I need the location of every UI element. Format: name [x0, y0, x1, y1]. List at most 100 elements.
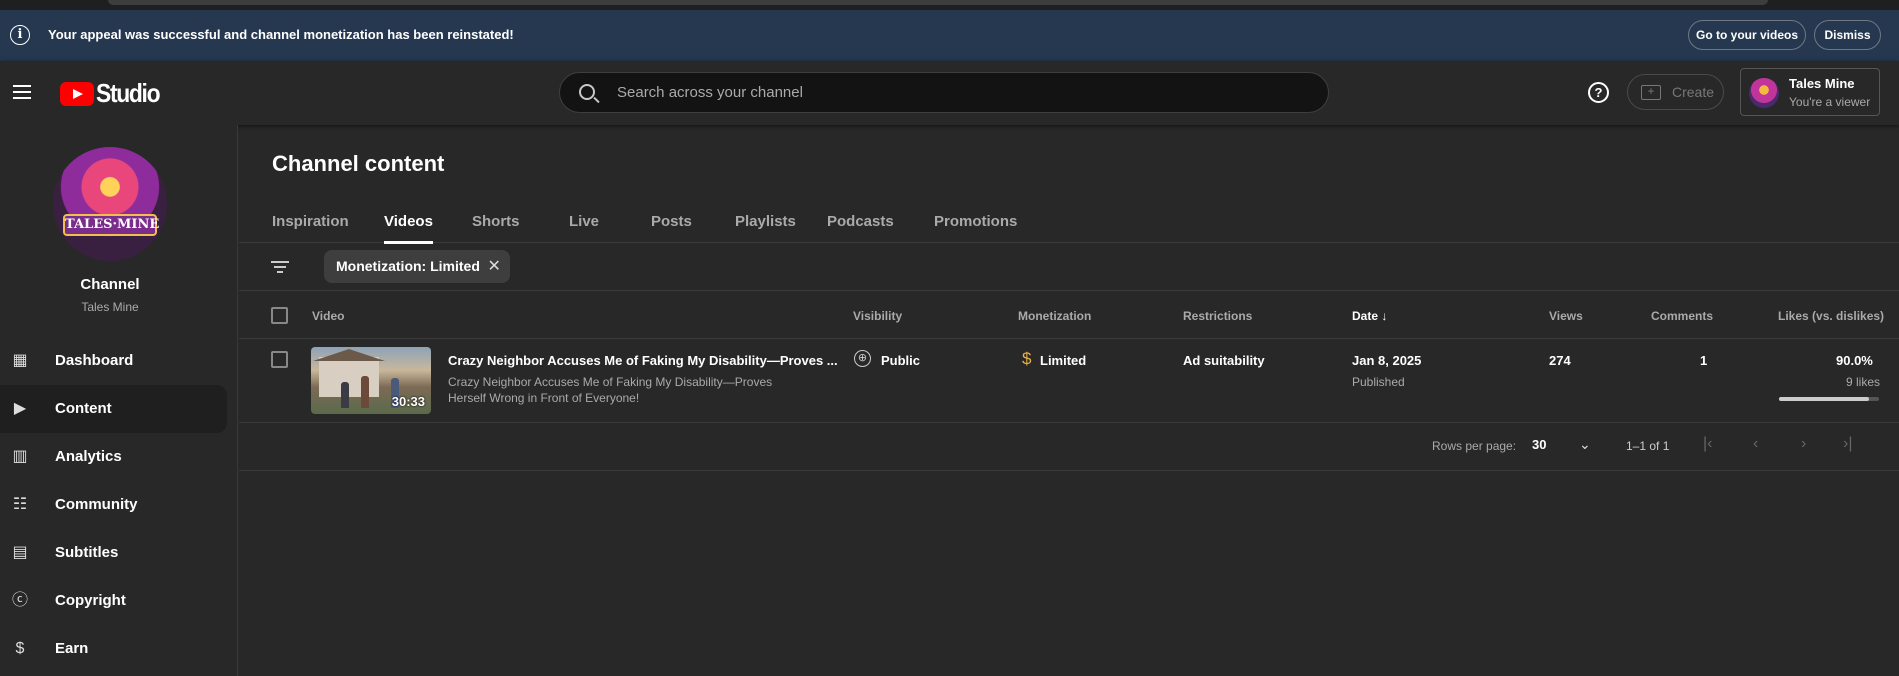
row-checkbox[interactable]: [271, 351, 288, 368]
sidebar-item-label: Earn: [55, 640, 89, 657]
tab-promotions[interactable]: Promotions: [934, 213, 1017, 230]
sidebar-item-content[interactable]: ▶ Content: [0, 385, 227, 433]
filter-icon[interactable]: [271, 261, 289, 274]
account-switcher[interactable]: Tales Mine You're a viewer: [1740, 68, 1880, 116]
dismiss-button[interactable]: Dismiss: [1814, 20, 1881, 50]
table-row[interactable]: 30:33 Crazy Neighbor Accuses Me of Fakin…: [239, 339, 1899, 423]
column-comments[interactable]: Comments: [1651, 309, 1713, 323]
account-role: You're a viewer: [1789, 95, 1871, 109]
filter-chip[interactable]: Monetization: Limited ✕: [324, 250, 510, 283]
monetization-value[interactable]: Limited: [1040, 353, 1086, 368]
views-value: 274: [1549, 353, 1571, 368]
youtube-logo-icon: [60, 81, 94, 106]
likes-count: 9 likes: [1846, 375, 1881, 389]
content-icon: ▶: [13, 400, 27, 417]
tab-posts[interactable]: Posts: [651, 213, 692, 230]
studio-logo[interactable]: Studio: [60, 78, 168, 109]
logo-text: Studio: [96, 78, 161, 108]
date-status: Published: [1352, 375, 1405, 389]
video-title[interactable]: Crazy Neighbor Accuses Me of Faking My D…: [448, 353, 838, 368]
tab-live[interactable]: Live: [569, 213, 599, 230]
earn-icon: $: [15, 640, 25, 657]
column-video: Video: [312, 309, 345, 323]
tab-podcasts[interactable]: Podcasts: [827, 213, 894, 230]
go-to-videos-button[interactable]: Go to your videos: [1688, 20, 1806, 50]
sidebar-item-subtitles[interactable]: ▤ Subtitles: [0, 529, 227, 577]
select-all-checkbox[interactable]: [271, 307, 288, 324]
tab-videos[interactable]: Videos: [384, 213, 433, 244]
tab-playlists[interactable]: Playlists: [735, 213, 796, 230]
thumbnail-figure: [341, 382, 349, 408]
likes-bar: [1779, 397, 1879, 401]
filter-bar: Monetization: Limited ✕: [239, 243, 1899, 291]
comments-value: 1: [1700, 353, 1708, 368]
create-button[interactable]: + Create: [1627, 74, 1724, 110]
page-range: 1–1 of 1: [1626, 439, 1670, 453]
thumbnail-roof: [313, 349, 385, 361]
sidebar-item-analytics[interactable]: ▥ Analytics: [0, 433, 227, 481]
info-icon: i: [10, 25, 30, 45]
channel-avatar[interactable]: TALES·MINE: [53, 147, 167, 261]
video-thumbnail[interactable]: 30:33: [311, 347, 431, 414]
browser-scrollbar: [108, 0, 1768, 5]
sidebar-item-label: Analytics: [55, 448, 122, 465]
chevron-down-icon[interactable]: ⌄: [1579, 436, 1591, 453]
rows-per-page-select[interactable]: 30: [1532, 437, 1546, 452]
channel-label: Channel: [80, 276, 140, 293]
search-icon: [579, 84, 595, 100]
sidebar-item-community[interactable]: ☷ Community: [0, 481, 227, 529]
sidebar-item-label: Copyright: [55, 592, 126, 609]
content-tabs: Inspiration Videos Shorts Live Posts Playlist…: [239, 201, 1899, 244]
filter-chip-label: Monetization: Limited: [336, 258, 480, 274]
community-icon: ☷: [12, 496, 28, 513]
column-likes[interactable]: Likes (vs. dislikes): [1778, 309, 1884, 323]
pagination: Rows per page: 30 ⌄ 1–1 of 1 |‹ ‹ › ›|: [239, 423, 1899, 471]
search-input[interactable]: Search across your channel: [617, 84, 803, 101]
sidebar-item-label: Dashboard: [55, 352, 134, 369]
column-date-label: Date: [1352, 309, 1379, 323]
tab-shorts[interactable]: Shorts: [472, 213, 520, 230]
create-label: Create: [1672, 84, 1715, 100]
restrictions-value[interactable]: Ad suitability: [1183, 353, 1265, 368]
help-icon[interactable]: ?: [1588, 82, 1609, 103]
video-duration: 30:33: [391, 394, 425, 409]
visibility-value[interactable]: Public: [881, 353, 920, 368]
video-description: Crazy Neighbor Accuses Me of Faking My D…: [448, 375, 773, 405]
tab-inspiration[interactable]: Inspiration: [272, 213, 349, 230]
page-title: Channel content: [272, 151, 445, 176]
dashboard-icon: ▦: [12, 352, 28, 369]
main-content: Channel content Inspiration Videos Shorts L…: [239, 125, 1899, 676]
sidebar-item-earn[interactable]: $ Earn: [0, 625, 227, 673]
copyright-icon: ⓒ: [11, 592, 28, 609]
date-value: Jan 8, 2025: [1352, 353, 1422, 368]
close-icon[interactable]: ✕: [487, 250, 500, 283]
sidebar-item-label: Content: [55, 400, 112, 417]
menu-icon[interactable]: [13, 85, 31, 99]
sort-arrow-down-icon: ↓: [1381, 309, 1388, 323]
table-header: Video Visibility Monetization Restrictio…: [239, 291, 1899, 339]
column-monetization[interactable]: Monetization: [1018, 309, 1091, 323]
previous-page-icon[interactable]: ‹: [1753, 435, 1758, 453]
last-page-icon[interactable]: ›|: [1843, 435, 1852, 453]
column-visibility[interactable]: Visibility: [853, 309, 902, 323]
account-avatar: [1749, 78, 1779, 108]
rows-per-page-label: Rows per page:: [1432, 439, 1517, 453]
column-restrictions[interactable]: Restrictions: [1183, 309, 1252, 323]
likes-percent: 90.0%: [1836, 353, 1873, 368]
sidebar-item-label: Subtitles: [55, 544, 119, 561]
analytics-icon: ▥: [12, 448, 28, 465]
first-page-icon[interactable]: |‹: [1703, 435, 1712, 453]
thumbnail-figure: [361, 376, 369, 408]
sidebar-item-copyright[interactable]: ⓒ Copyright: [0, 577, 227, 625]
banner-message: Your appeal was successful and channel m…: [48, 27, 514, 42]
channel-name: Tales Mine: [81, 300, 139, 314]
next-page-icon[interactable]: ›: [1801, 435, 1806, 453]
column-date[interactable]: Date ↓: [1352, 309, 1387, 323]
notification-banner: i Your appeal was successful and channel…: [0, 10, 1899, 61]
subtitles-icon: ▤: [12, 544, 28, 561]
sidebar: TALES·MINE Channel Tales Mine ▦ Dashboard…: [0, 125, 238, 676]
video-add-icon: +: [1641, 85, 1661, 100]
column-views[interactable]: Views: [1549, 309, 1583, 323]
search-box[interactable]: Search across your channel: [559, 72, 1329, 113]
sidebar-item-dashboard[interactable]: ▦ Dashboard: [0, 337, 227, 385]
